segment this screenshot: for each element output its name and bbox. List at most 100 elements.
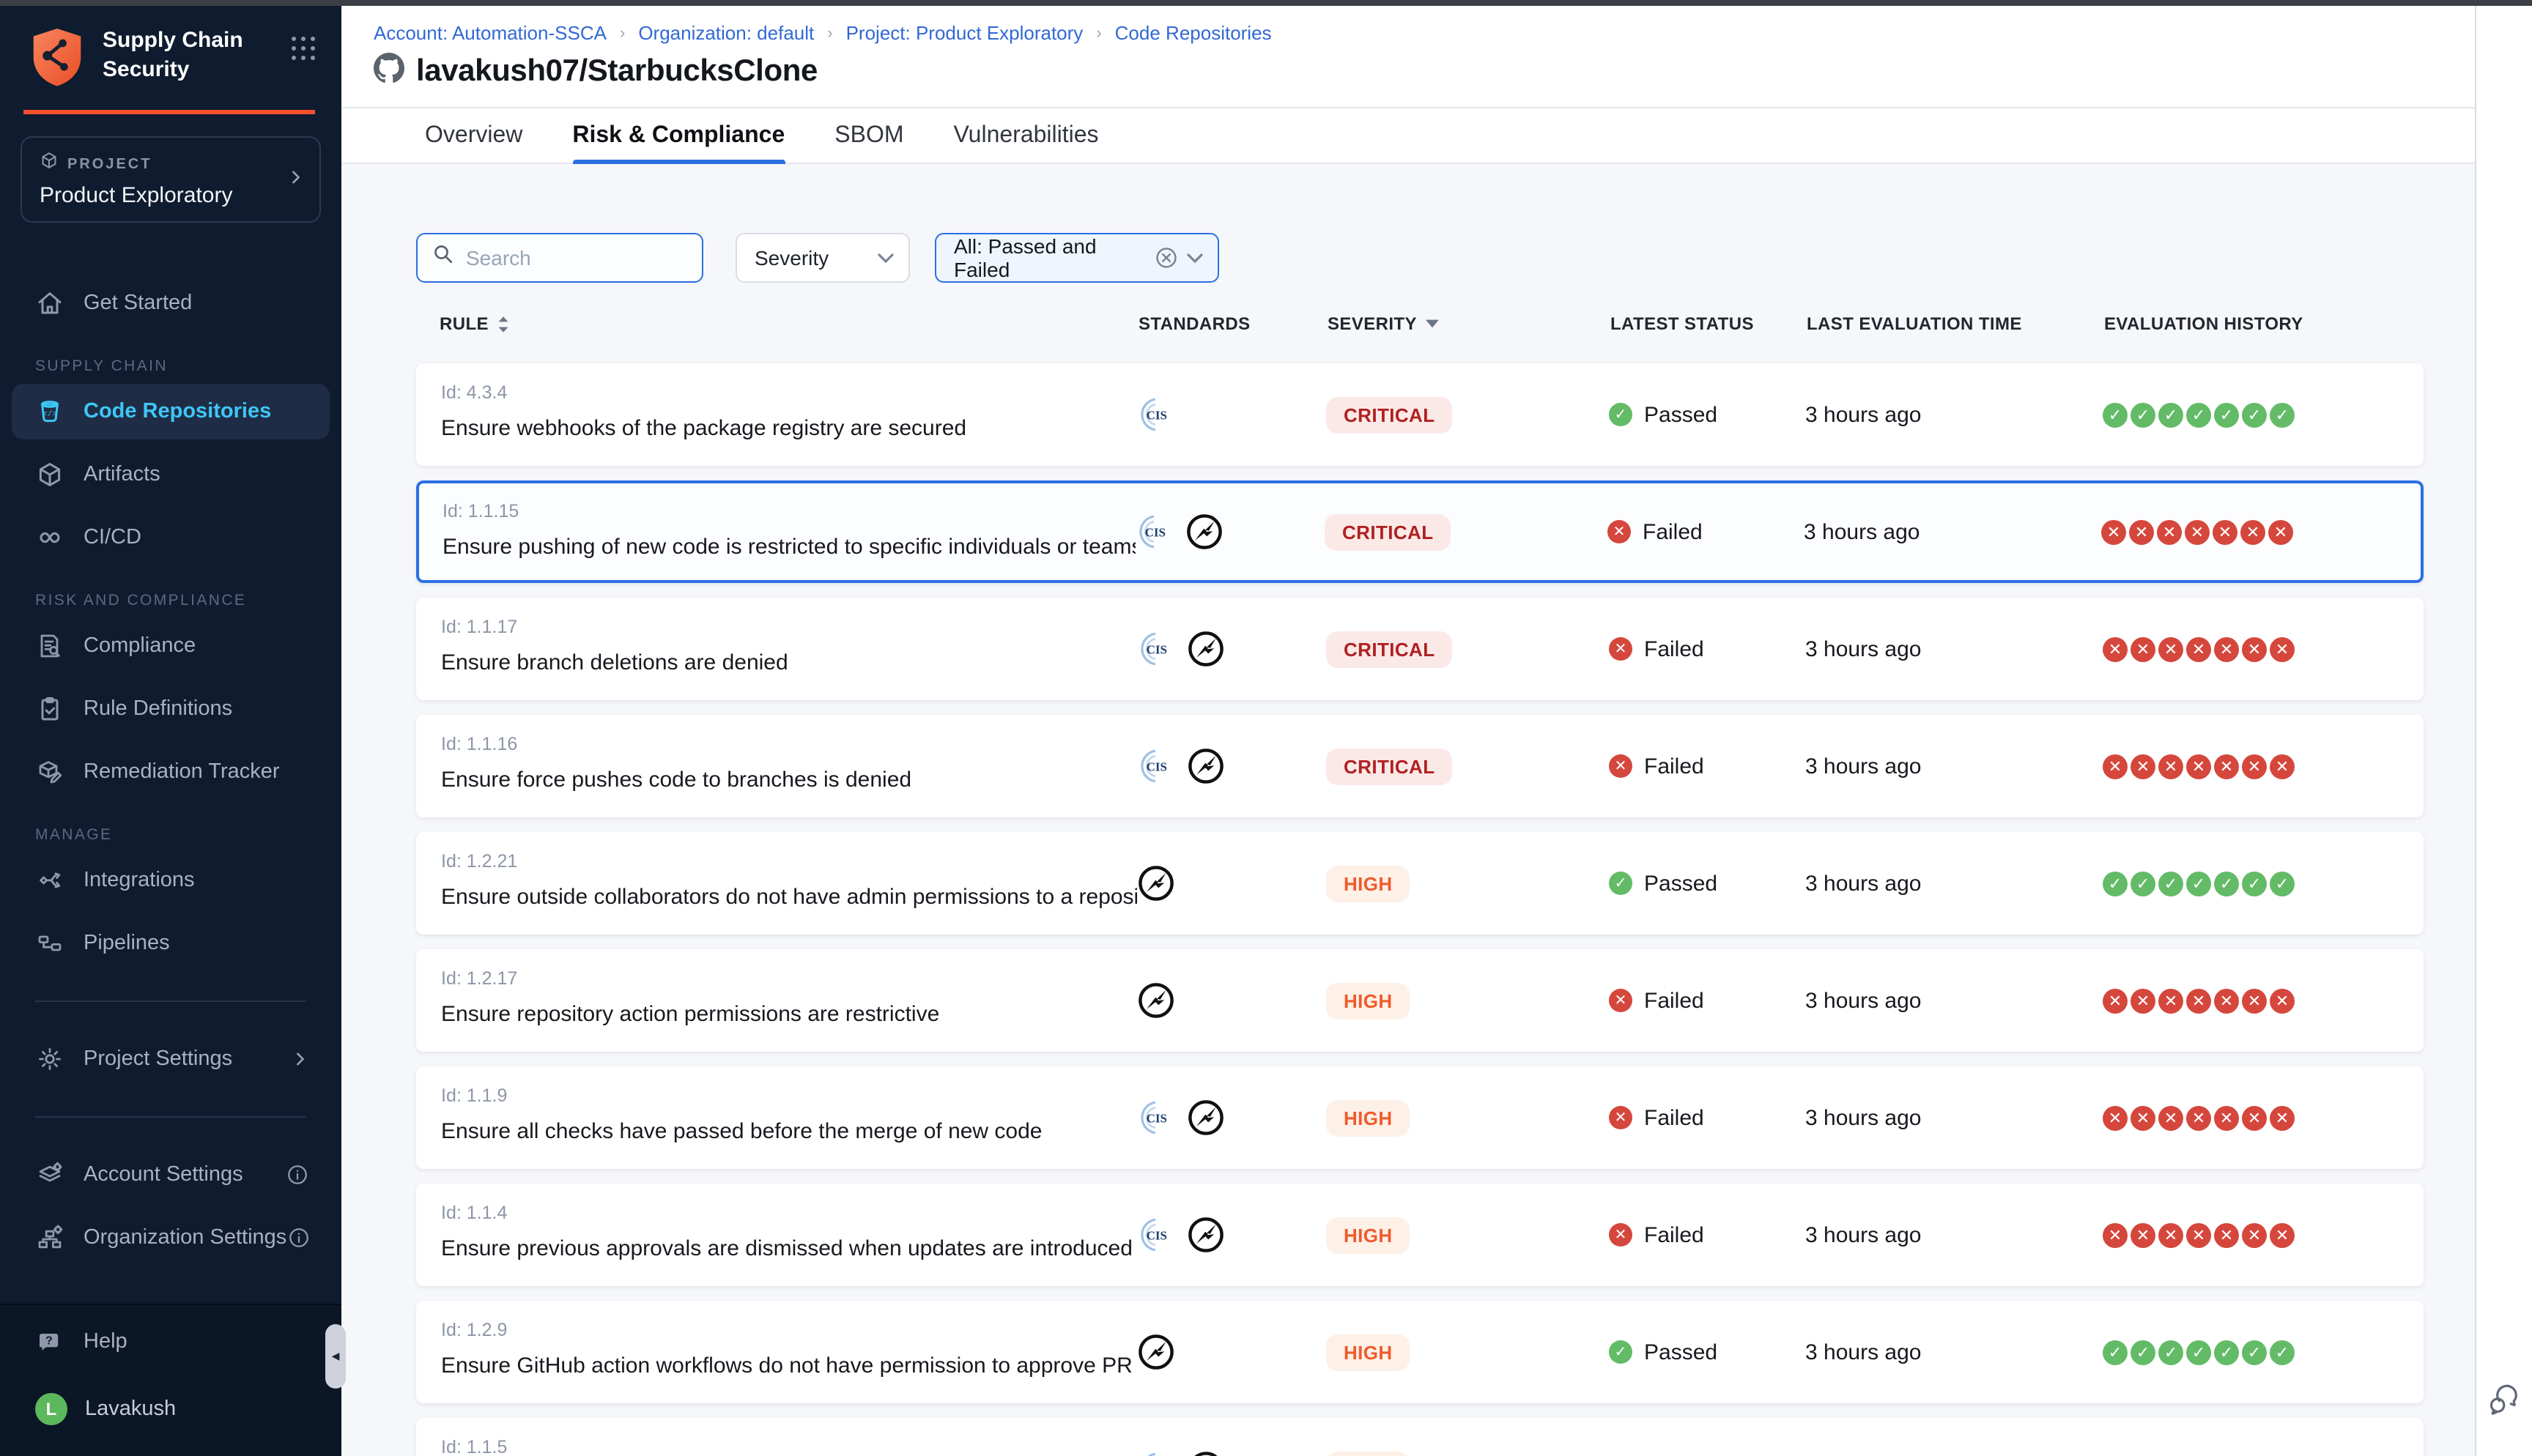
sidebar-item-rule-definitions[interactable]: Rule Definitions <box>0 681 341 737</box>
status-filter-dropdown[interactable]: All: Passed and Failed <box>935 233 1219 283</box>
evaluation-fail-icon <box>2186 636 2211 661</box>
breadcrumb-link[interactable]: Code Repositories <box>1115 22 1272 44</box>
evaluation-fail-icon <box>2270 636 2295 661</box>
evaluation-fail-icon <box>2129 519 2154 544</box>
failed-status-icon <box>1609 637 1632 661</box>
tab-overview[interactable]: Overview <box>425 108 522 163</box>
evaluation-fail-icon <box>2270 1105 2295 1130</box>
failed-status-icon <box>1609 989 1632 1012</box>
severity-badge: HIGH <box>1326 865 1410 902</box>
status-cell: Failed <box>1609 1105 1805 1130</box>
cube-icon <box>35 460 64 489</box>
severity-filter-dropdown[interactable]: Severity <box>736 233 910 283</box>
tab-vulnerabilities[interactable]: Vulnerabilities <box>954 108 1099 163</box>
owasp-standard-icon <box>1187 1216 1225 1254</box>
sort-icon[interactable] <box>497 314 511 333</box>
owasp-standard-icon <box>1187 1450 1225 1456</box>
main-content: Account: Automation-SSCA›Organization: d… <box>341 6 2475 1456</box>
app-window: Supply Chain Security PROJECT Product Ex… <box>0 0 2532 1456</box>
tab-risk-compliance[interactable]: Risk & Compliance <box>572 108 785 163</box>
evaluation-fail-icon <box>2242 636 2267 661</box>
status-label: Failed <box>1644 754 1704 779</box>
rule-row[interactable]: Id: 1.2.21Ensure outside collaborators d… <box>416 832 2424 935</box>
column-header-label: LAST EVALUATION TIME <box>1807 313 2022 334</box>
rule-row[interactable]: Id: 1.2.17Ensure repository action permi… <box>416 949 2424 1052</box>
status-cell: Failed <box>1609 754 1805 779</box>
evaluation-time: 3 hours ago <box>1805 1340 2103 1364</box>
rule-cell: Id: 1.1.16Ensure force pushes code to br… <box>441 716 1137 816</box>
status-cell: Passed <box>1609 402 1805 427</box>
chevron-down-icon <box>878 253 894 263</box>
sidebar-collapse-handle[interactable]: ◀ <box>325 1324 346 1389</box>
rule-row[interactable]: Id: 1.1.17Ensure branch deletions are de… <box>416 598 2424 700</box>
sidebar-item-compliance[interactable]: Compliance <box>0 618 341 674</box>
chevron-right-icon <box>292 1050 309 1068</box>
sidebar-item-project-settings[interactable]: Project Settings <box>0 1031 341 1087</box>
rule-id: Id: 1.2.9 <box>441 1320 1137 1340</box>
sidebar-item-code-repositories[interactable]: </>Code Repositories <box>12 384 330 439</box>
breadcrumb-link[interactable]: Project: Product Exploratory <box>846 22 1084 44</box>
search-input[interactable] <box>466 246 687 270</box>
sidebar-item-cicd[interactable]: CI/CD <box>0 510 341 565</box>
evaluation-pass-icon <box>2186 871 2211 896</box>
evaluation-pass-icon <box>2242 1340 2267 1364</box>
sidebar-item-get-started[interactable]: Get Started <box>0 275 341 331</box>
project-selector[interactable]: PROJECT Product Exploratory <box>21 136 321 223</box>
cis-standard-icon: CIS <box>1136 513 1174 551</box>
search-icon <box>432 243 454 272</box>
status-label: Failed <box>1644 988 1704 1013</box>
evaluation-fail-icon <box>2214 754 2239 779</box>
passed-status-icon <box>1609 872 1632 895</box>
user-menu[interactable]: L Lavakush <box>0 1393 341 1425</box>
rule-row[interactable]: Id: 1.1.15Ensure pushing of new code is … <box>416 480 2424 583</box>
sidebar-item-remediation-tracker[interactable]: Remediation Tracker <box>0 744 341 800</box>
svg-text:CIS: CIS <box>1145 526 1166 540</box>
sidebar-item-account-settings[interactable]: Account Settings <box>0 1147 341 1203</box>
column-header-rule[interactable]: RULE <box>440 313 1139 334</box>
sidebar-item-help[interactable]: ? Help <box>0 1314 341 1370</box>
severity-badge: CRITICAL <box>1326 396 1453 433</box>
app-grid-icon[interactable] <box>289 34 318 70</box>
tab-sbom[interactable]: SBOM <box>834 108 903 163</box>
evaluation-fail-icon <box>2158 988 2183 1013</box>
evaluation-pass-icon <box>2103 1340 2128 1364</box>
sidebar-section-label: RISK AND COMPLIANCE <box>35 592 341 609</box>
cis-standard-icon: CIS <box>1137 395 1175 434</box>
evaluation-pass-icon <box>2270 1340 2295 1364</box>
evaluation-fail-icon <box>2103 1105 2128 1130</box>
column-header-severity[interactable]: SEVERITY <box>1328 313 1610 334</box>
sidebar-nav-admin: Account Settings Organization Settings <box>0 1147 341 1266</box>
search-box[interactable] <box>416 233 703 283</box>
sidebar-item-organization-settings[interactable]: Organization Settings <box>0 1210 341 1266</box>
rule-row[interactable]: Id: 1.1.5CISHIGHFailed3 hours ago <box>416 1418 2424 1456</box>
rule-row[interactable]: Id: 1.1.4Ensure previous approvals are d… <box>416 1184 2424 1286</box>
status-cell: Passed <box>1609 871 1805 896</box>
clear-filter-icon[interactable] <box>1155 246 1178 270</box>
rule-id: Id: 1.1.4 <box>441 1203 1137 1223</box>
rule-name: Ensure force pushes code to branches is … <box>441 768 1137 792</box>
status-cell: Failed <box>1607 519 1804 544</box>
evaluation-fail-icon <box>2214 988 2239 1013</box>
rule-row[interactable]: Id: 1.1.9Ensure all checks have passed b… <box>416 1066 2424 1169</box>
breadcrumb-link[interactable]: Organization: default <box>638 22 814 44</box>
sidebar-item-integrations[interactable]: Integrations <box>0 853 341 908</box>
sort-desc-icon[interactable] <box>1426 319 1439 328</box>
rule-row[interactable]: Id: 4.3.4Ensure webhooks of the package … <box>416 363 2424 466</box>
evaluation-fail-icon <box>2131 988 2155 1013</box>
evaluation-pass-icon <box>2186 1340 2211 1364</box>
avatar: L <box>35 1393 67 1425</box>
standards-cell: CIS <box>1137 1099 1326 1137</box>
rule-row[interactable]: Id: 1.2.9Ensure GitHub action workflows … <box>416 1301 2424 1403</box>
breadcrumb-link[interactable]: Account: Automation-SSCA <box>374 22 607 44</box>
svg-text:?: ? <box>45 1335 53 1348</box>
sidebar-item-artifacts[interactable]: Artifacts <box>0 447 341 502</box>
evaluation-fail-icon <box>2103 754 2128 779</box>
table-header-row: RULESTANDARDSSEVERITYLATEST STATUSLAST E… <box>416 313 2424 334</box>
evaluation-fail-icon <box>2158 754 2183 779</box>
evaluation-pass-icon <box>2242 871 2267 896</box>
rule-row[interactable]: Id: 1.1.16Ensure force pushes code to br… <box>416 715 2424 817</box>
chat-support-icon[interactable] <box>2487 1381 2522 1427</box>
sidebar-item-pipelines[interactable]: Pipelines <box>0 915 341 971</box>
evaluation-pass-icon <box>2214 871 2239 896</box>
standards-cell: CIS <box>1137 395 1326 434</box>
